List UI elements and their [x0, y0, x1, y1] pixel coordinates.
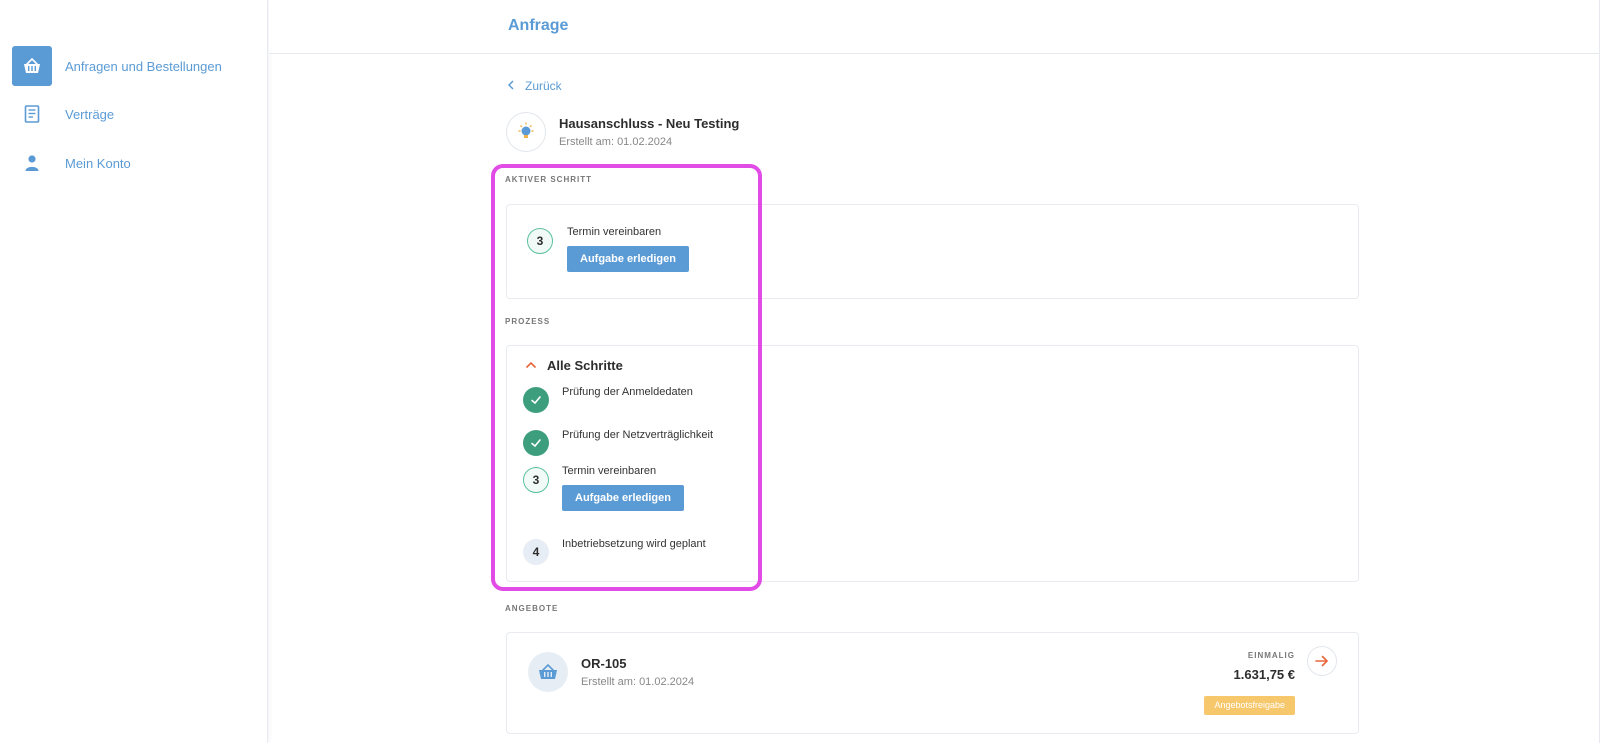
- user-icon: [12, 143, 52, 183]
- complete-task-button[interactable]: Aufgabe erledigen: [562, 485, 684, 511]
- step-number-badge: 3: [527, 228, 553, 254]
- sidebar-item-contracts[interactable]: Verträge: [12, 94, 262, 134]
- arrow-right-icon[interactable]: [1307, 646, 1337, 676]
- process-step: Prüfung der Netzverträglichkeit: [523, 429, 714, 456]
- process-card: Alle Schritte Prüfung der Anmeldedaten P…: [506, 345, 1359, 582]
- request-header: Hausanschluss - Neu Testing Erstellt am:…: [506, 112, 739, 152]
- offer-card[interactable]: OR-105 Erstellt am: 01.02.2024 EINMALIG …: [506, 632, 1359, 734]
- status-badge: Angebotsfreigabe: [1204, 696, 1295, 715]
- process-step-label: Termin vereinbaren: [562, 465, 657, 477]
- offer-price: 1.631,75 €: [1233, 667, 1295, 682]
- back-link[interactable]: Zurück: [507, 79, 562, 93]
- lightbulb-icon: [506, 112, 546, 152]
- offer-type: EINMALIG: [1247, 651, 1295, 660]
- check-icon: [523, 430, 549, 456]
- sidebar-item-label: Mein Konto: [65, 155, 131, 171]
- top-bar: Anfrage: [269, 0, 1600, 54]
- process-step-label: Prüfung der Netzverträglichkeit: [562, 429, 714, 441]
- process-step: 4 Inbetriebsetzung wird geplant: [523, 538, 706, 565]
- request-title: Hausanschluss - Neu Testing: [559, 116, 740, 131]
- sidebar: Anfragen und Bestellungen Verträge Mein …: [0, 0, 268, 743]
- offer-id: OR-105: [581, 656, 627, 671]
- check-icon: [523, 387, 549, 413]
- active-step-card: 3 Termin vereinbaren Aufgabe erledigen: [506, 204, 1359, 299]
- document-icon: [12, 94, 52, 134]
- all-steps-toggle[interactable]: Alle Schritte: [525, 356, 623, 374]
- process-step: 3 Termin vereinbaren Aufgabe erledigen: [523, 465, 684, 511]
- section-label-offers: ANGEBOTE: [505, 604, 559, 613]
- step-number-badge: 3: [523, 467, 549, 493]
- complete-task-button[interactable]: Aufgabe erledigen: [567, 246, 689, 272]
- process-step: Prüfung der Anmeldedaten: [523, 386, 693, 413]
- section-label-active-step: AKTIVER SCHRITT: [505, 175, 592, 184]
- all-steps-label: Alle Schritte: [547, 357, 623, 373]
- back-label: Zurück: [525, 79, 562, 93]
- section-label-process: PROZESS: [505, 317, 551, 326]
- page-title: Anfrage: [508, 17, 569, 34]
- offer-created-date: Erstellt am: 01.02.2024: [581, 676, 695, 688]
- chevron-up-icon: [525, 356, 537, 374]
- sidebar-item-label: Verträge: [65, 106, 115, 122]
- sidebar-item-account[interactable]: Mein Konto: [12, 143, 262, 183]
- chevron-left-icon: [507, 79, 515, 93]
- process-step-label: Prüfung der Anmeldedaten: [562, 386, 693, 398]
- basket-icon: [12, 46, 52, 86]
- basket-icon: [528, 652, 568, 692]
- offer-summary: OR-105 Erstellt am: 01.02.2024: [528, 652, 694, 692]
- sidebar-item-label: Anfragen und Bestellungen: [65, 58, 222, 74]
- active-step-row: 3 Termin vereinbaren Aufgabe erledigen: [527, 226, 689, 272]
- process-step-label: Inbetriebsetzung wird geplant: [562, 538, 706, 550]
- request-created-date: Erstellt am: 01.02.2024: [559, 136, 673, 148]
- sidebar-item-requests[interactable]: Anfragen und Bestellungen: [12, 46, 262, 86]
- active-step-label: Termin vereinbaren: [567, 226, 662, 238]
- step-number-badge: 4: [523, 539, 549, 565]
